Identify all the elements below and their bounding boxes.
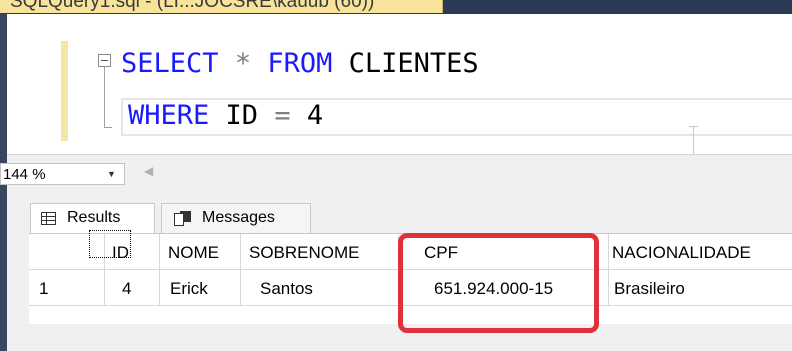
cell-nacionalidade[interactable]: Brasileiro (609, 270, 792, 306)
tab-results[interactable]: Results (30, 203, 155, 233)
keyword-from: FROM (267, 48, 333, 79)
column-header-sobrenome[interactable]: SOBRENOME (241, 234, 399, 270)
table-name: CLIENTES (348, 48, 479, 79)
code-line-2: WHERE ID = 4 (128, 101, 323, 131)
star-operator: * (234, 48, 252, 79)
zoom-dropdown[interactable]: 144 % ▼ (0, 163, 125, 185)
tab-results-label: Results (67, 209, 121, 226)
row-number[interactable]: 1 (29, 270, 105, 306)
equals-operator: = (274, 100, 291, 131)
messages-icon (174, 211, 191, 227)
column-name: ID (225, 100, 259, 131)
column-header-nome[interactable]: NOME (160, 234, 241, 270)
cell-sobrenome[interactable]: Santos (241, 270, 399, 306)
query-tab-title: SQLQuery1.sql - (LI...JOCSRE\kauub (60)) (10, 0, 375, 12)
keyword-select: SELECT (121, 48, 219, 79)
code-line-1: SELECT * FROM CLIENTES (121, 49, 479, 79)
document-tab-strip: SQLQuery1.sql - (LI...JOCSRE\kauub (60)) (0, 0, 792, 14)
tab-messages[interactable]: Messages (161, 203, 311, 233)
query-editor[interactable]: SELECT * FROM CLIENTES WHERE ID = 4 (7, 14, 792, 156)
column-header-nacionalidade[interactable]: NACIONALIDADE (609, 234, 792, 270)
grid-icon (41, 212, 56, 225)
cpf-highlight-box (398, 233, 599, 333)
editor-margin (7, 14, 61, 154)
tab-messages-label: Messages (202, 209, 275, 226)
ibeam-cursor-icon (689, 126, 698, 156)
outline-line (104, 67, 105, 127)
collapse-toggle-icon[interactable] (98, 54, 111, 67)
filter-value: 4 (306, 100, 324, 131)
cell-id[interactable]: 4 (105, 270, 160, 306)
query-document-tab[interactable]: SQLQuery1.sql - (LI...JOCSRE\kauub (60)) (0, 0, 443, 13)
outline-line-end (104, 127, 112, 128)
selected-cell-focus (89, 230, 131, 258)
keyword-where: WHERE (128, 100, 210, 131)
change-tracking-bar (61, 41, 68, 141)
zoom-value: 144 % (3, 166, 46, 183)
cell-nome[interactable]: Erick (160, 270, 241, 306)
chevron-down-icon[interactable]: ▼ (107, 169, 116, 179)
scroll-left-icon[interactable]: ◀ (144, 164, 153, 178)
editor-status-strip: 144 % ▼ ◀ (0, 154, 792, 191)
